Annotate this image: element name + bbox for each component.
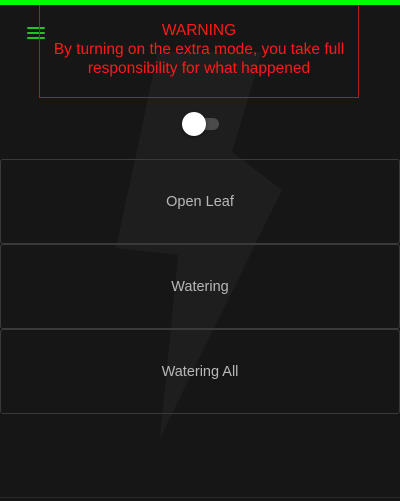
- open-leaf-button[interactable]: Open Leaf: [0, 159, 400, 244]
- warning-banner: WARNING By turning on the extra mode, yo…: [39, 5, 359, 98]
- warning-line-1: By turning on the extra mode, you take f…: [53, 41, 345, 58]
- open-leaf-label: Open Leaf: [166, 193, 234, 210]
- warning-line-2: responsibility for what happened: [87, 60, 311, 77]
- warning-title: WARNING: [161, 22, 237, 39]
- watering-label: Watering: [171, 278, 229, 295]
- watering-button[interactable]: Watering: [0, 244, 400, 329]
- watering-all-button[interactable]: Watering All: [0, 329, 400, 414]
- watering-all-label: Watering All: [161, 363, 239, 380]
- bottom-divider: [0, 497, 400, 498]
- toggle-thumb: [182, 112, 206, 136]
- extra-mode-toggle[interactable]: [181, 111, 221, 137]
